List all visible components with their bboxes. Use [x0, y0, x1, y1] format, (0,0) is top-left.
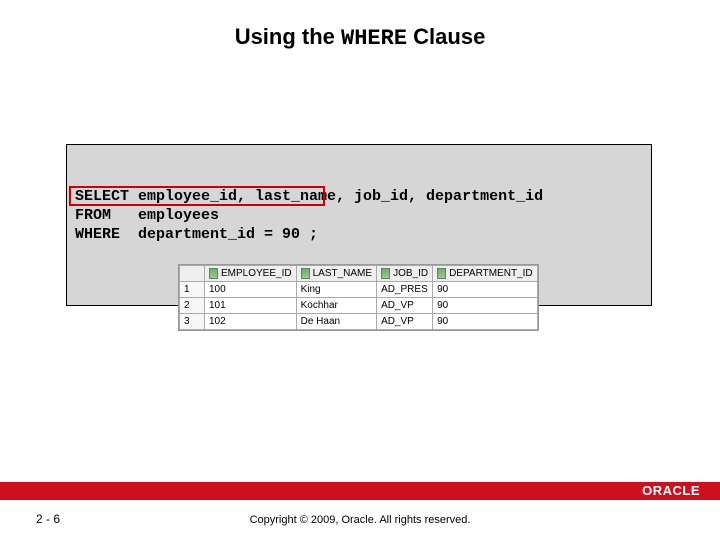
- col-header-employee-id: EMPLOYEE_ID: [205, 266, 297, 282]
- footer-red-bar: [0, 482, 720, 500]
- column-icon: [301, 268, 310, 279]
- cell-department-id: 90: [433, 298, 538, 314]
- cell-employee-id: 101: [205, 298, 297, 314]
- cell-employee-id: 100: [205, 282, 297, 298]
- cell-department-id: 90: [433, 282, 538, 298]
- rownum-cell: 1: [180, 282, 205, 298]
- result-header-row: EMPLOYEE_ID LAST_NAME JOB_ID DEPARTMENT_…: [180, 266, 538, 282]
- slide-title: Using the WHERE Clause: [0, 24, 720, 51]
- col-header-job-id: JOB_ID: [377, 266, 433, 282]
- col-header-label: DEPARTMENT_ID: [449, 268, 533, 279]
- title-code: WHERE: [341, 26, 407, 51]
- sql-line-2: FROM employees: [75, 206, 643, 225]
- cell-last-name: King: [296, 282, 376, 298]
- slide: Using the WHERE Clause SELECT employee_i…: [0, 0, 720, 540]
- oracle-logo: ORACLE: [642, 483, 700, 498]
- cell-job-id: AD_VP: [377, 298, 433, 314]
- col-header-label: EMPLOYEE_ID: [221, 268, 292, 279]
- column-icon: [209, 268, 218, 279]
- cell-department-id: 90: [433, 314, 538, 330]
- col-header-label: LAST_NAME: [313, 268, 372, 279]
- copyright-text: Copyright © 2009, Oracle. All rights res…: [0, 514, 720, 526]
- result-table: EMPLOYEE_ID LAST_NAME JOB_ID DEPARTMENT_…: [179, 265, 538, 330]
- result-grid: EMPLOYEE_ID LAST_NAME JOB_ID DEPARTMENT_…: [178, 264, 539, 331]
- col-header-last-name: LAST_NAME: [296, 266, 376, 282]
- sql-line-3: WHERE department_id = 90 ;: [75, 225, 643, 244]
- table-row: 2 101 Kochhar AD_VP 90: [180, 298, 538, 314]
- col-header-department-id: DEPARTMENT_ID: [433, 266, 538, 282]
- cell-job-id: AD_VP: [377, 314, 433, 330]
- title-text-post: Clause: [407, 24, 485, 49]
- where-highlight-box: [69, 186, 325, 206]
- rownum-cell: 2: [180, 298, 205, 314]
- cell-job-id: AD_PRES: [377, 282, 433, 298]
- rownum-cell: 3: [180, 314, 205, 330]
- col-header-label: JOB_ID: [393, 268, 428, 279]
- title-text-pre: Using the: [235, 24, 341, 49]
- table-row: 1 100 King AD_PRES 90: [180, 282, 538, 298]
- rownum-header: [180, 266, 205, 282]
- cell-employee-id: 102: [205, 314, 297, 330]
- column-icon: [381, 268, 390, 279]
- cell-last-name: De Haan: [296, 314, 376, 330]
- cell-last-name: Kochhar: [296, 298, 376, 314]
- column-icon: [437, 268, 446, 279]
- table-row: 3 102 De Haan AD_VP 90: [180, 314, 538, 330]
